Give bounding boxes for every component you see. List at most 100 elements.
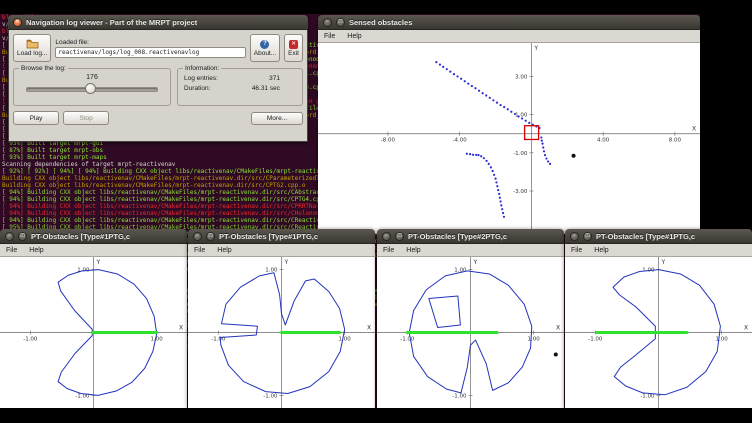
maximize-icon[interactable]: ❐ xyxy=(395,232,404,241)
pt-obstacles-window-3: – ❐ PT-Obstacles [Type#2PTG,c File Help … xyxy=(377,229,564,408)
svg-text:-1.00: -1.00 xyxy=(263,393,278,399)
duration-value: 46.31 sec xyxy=(252,84,280,94)
letterbox-top xyxy=(0,0,752,14)
menu-file[interactable]: File xyxy=(383,247,394,254)
svg-text:Y: Y xyxy=(284,259,289,266)
svg-text:X: X xyxy=(556,325,560,332)
minimize-icon[interactable]: – xyxy=(5,232,14,241)
stop-button[interactable]: Stop xyxy=(63,111,109,125)
sensed-window-title: Sensed obstacles xyxy=(349,18,412,27)
pt3-window-title: PT-Obstacles [Type#2PTG,c xyxy=(408,232,507,241)
load-log-label: Load log... xyxy=(17,50,47,57)
pt4-menubar: File Help xyxy=(565,244,752,257)
menu-file[interactable]: File xyxy=(571,247,582,254)
loaded-file-label: Loaded file: xyxy=(55,39,245,46)
load-log-button[interactable]: Load log... xyxy=(13,34,51,62)
maximize-icon[interactable]: ❐ xyxy=(18,232,27,241)
svg-text:1.00: 1.00 xyxy=(265,268,278,274)
svg-text:1.00: 1.00 xyxy=(716,337,729,343)
svg-text:-1.00: -1.00 xyxy=(588,337,603,343)
svg-text:-1.00: -1.00 xyxy=(640,393,655,399)
svg-text:-1.00: -1.00 xyxy=(400,337,415,343)
svg-text:1.00: 1.00 xyxy=(151,337,164,343)
menu-help[interactable]: Help xyxy=(217,247,231,254)
loaded-file-input[interactable] xyxy=(55,47,245,58)
navlog-titlebar[interactable]: ✕ Navigation log viewer - Part of the MR… xyxy=(8,15,308,30)
svg-text:4.00: 4.00 xyxy=(597,138,610,144)
svg-text:-1.00: -1.00 xyxy=(23,337,38,343)
pt2-menubar: File Help xyxy=(188,244,375,257)
pt1-titlebar[interactable]: – ❐ PT-Obstacles [Type#1PTG,c xyxy=(0,229,187,244)
svg-text:-1.00: -1.00 xyxy=(513,151,528,157)
sensed-obstacles-window: – ❐ Sensed obstacles File Help -8.00 -4.0… xyxy=(318,15,700,234)
duration-label: Duration: xyxy=(184,84,210,94)
navlog-body: Load log... Loaded file: ? About... ✕ Ex… xyxy=(8,30,308,142)
sensed-menubar: File Help xyxy=(318,30,700,43)
svg-text:-3.00: -3.00 xyxy=(513,189,528,195)
menu-file[interactable]: File xyxy=(6,247,17,254)
log-index-value: 176 xyxy=(20,74,164,81)
exit-icon: ✕ xyxy=(289,40,298,49)
maximize-icon[interactable]: ❐ xyxy=(583,232,592,241)
svg-text:X: X xyxy=(179,325,183,332)
exit-button[interactable]: ✕ Exit xyxy=(284,34,303,62)
exit-label: Exit xyxy=(288,50,299,57)
svg-text:Y: Y xyxy=(96,259,101,266)
menu-help[interactable]: Help xyxy=(594,247,608,254)
information-group-label: Information: xyxy=(183,65,221,72)
sensed-titlebar[interactable]: – ❐ Sensed obstacles xyxy=(318,15,700,30)
pt2-titlebar[interactable]: – ❐ PT-Obstacles [Type#1PTG,c xyxy=(188,229,375,244)
log-entries-value: 371 xyxy=(269,74,280,84)
minimize-icon[interactable]: – xyxy=(382,232,391,241)
svg-text:Y: Y xyxy=(533,45,538,52)
maximize-icon[interactable]: ❐ xyxy=(206,232,215,241)
menu-help[interactable]: Help xyxy=(347,33,361,40)
close-icon[interactable]: ✕ xyxy=(13,18,22,27)
svg-text:3.00: 3.00 xyxy=(515,74,528,80)
pt-obstacles-window-4: – ❐ PT-Obstacles [Type#1PTG,c File Help … xyxy=(565,229,752,408)
svg-text:X: X xyxy=(692,126,696,133)
svg-text:Y: Y xyxy=(661,259,666,266)
minimize-icon[interactable]: – xyxy=(323,18,332,27)
folder-icon xyxy=(26,39,39,49)
more-button[interactable]: More... xyxy=(251,112,303,125)
svg-text:X: X xyxy=(367,325,371,332)
minimize-icon[interactable]: – xyxy=(193,232,202,241)
play-button[interactable]: Play xyxy=(13,111,59,125)
pt-obstacles-window-1: – ❐ PT-Obstacles [Type#1PTG,c File Help … xyxy=(0,229,187,408)
navlog-window-title: Navigation log viewer - Part of the MRPT… xyxy=(26,18,197,27)
svg-text:X: X xyxy=(744,325,748,332)
menu-file[interactable]: File xyxy=(324,33,335,40)
slider-handle[interactable] xyxy=(85,83,96,94)
pt4-titlebar[interactable]: – ❐ PT-Obstacles [Type#1PTG,c xyxy=(565,229,752,244)
menu-file[interactable]: File xyxy=(194,247,205,254)
information-group: Information: Log entries: 371 Duration: … xyxy=(177,68,303,106)
browse-log-group: Browse the log: 176 xyxy=(13,68,171,106)
pt3-titlebar[interactable]: – ❐ PT-Obstacles [Type#2PTG,c xyxy=(377,229,564,244)
pt1-window-title: PT-Obstacles [Type#1PTG,c xyxy=(31,232,130,241)
desktop: blanco@blanco:~/mrpt$ v/logs/log_008.rea… xyxy=(0,0,752,423)
menu-help[interactable]: Help xyxy=(29,247,43,254)
log-entries-label: Log entries: xyxy=(184,74,218,84)
pt-obstacles-plot-2: -1.001.001.00-1.00XY xyxy=(188,257,375,408)
pt2-window-title: PT-Obstacles [Type#1PTG,c xyxy=(219,232,318,241)
browse-group-label: Browse the log: xyxy=(19,65,68,72)
pt1-menubar: File Help xyxy=(0,244,187,257)
pt-obstacles-plot-1: -1.001.001.00-1.00XY xyxy=(0,257,187,408)
about-button[interactable]: ? About... xyxy=(250,34,280,62)
letterbox-bottom xyxy=(0,408,752,423)
maximize-icon[interactable]: ❐ xyxy=(336,18,345,27)
pt3-menubar: File Help xyxy=(377,244,564,257)
svg-text:Y: Y xyxy=(473,259,478,266)
pt-obstacles-plot-4: -1.001.001.00-1.00XY xyxy=(565,257,752,408)
log-slider[interactable] xyxy=(26,82,158,94)
svg-text:-8.00: -8.00 xyxy=(381,138,396,144)
about-label: About... xyxy=(254,50,276,57)
menu-help[interactable]: Help xyxy=(406,247,420,254)
svg-text:8.00: 8.00 xyxy=(669,138,682,144)
svg-text:-4.00: -4.00 xyxy=(453,138,468,144)
minimize-icon[interactable]: – xyxy=(570,232,579,241)
sensed-obstacles-plot: -8.00-4.004.008.003.001.00-1.00-3.00XY xyxy=(318,43,700,234)
pt-obstacles-window-2: – ❐ PT-Obstacles [Type#1PTG,c File Help … xyxy=(188,229,375,408)
about-icon: ? xyxy=(260,40,269,49)
